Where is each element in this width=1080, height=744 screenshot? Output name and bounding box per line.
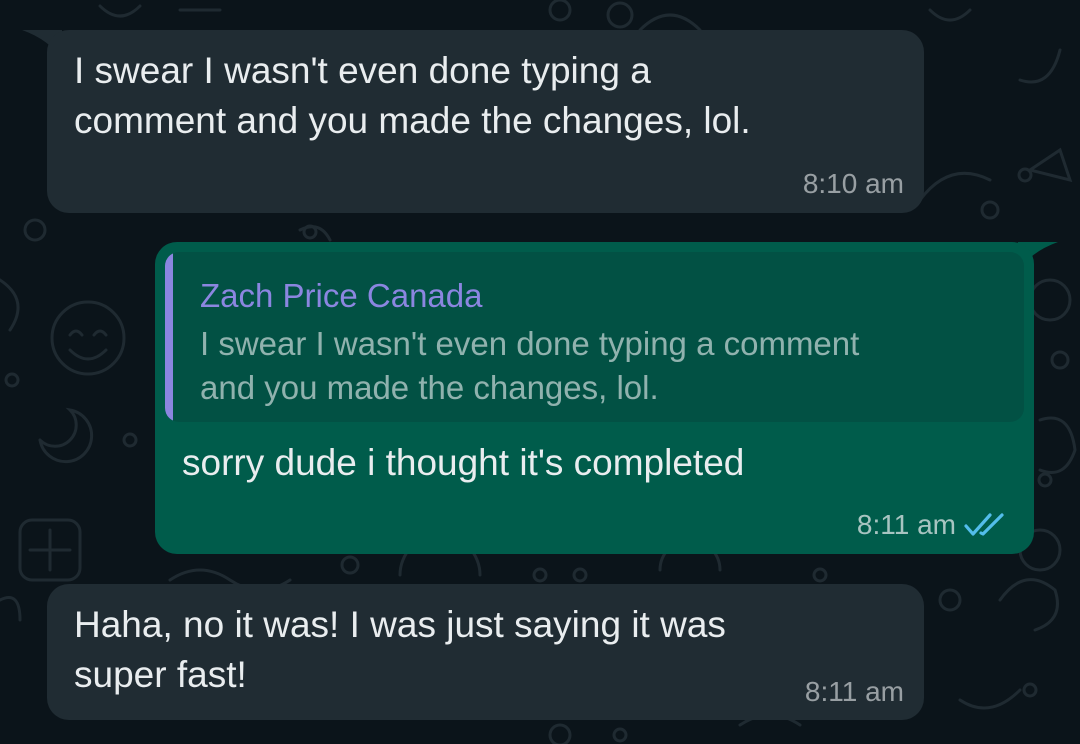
quoted-message-text: I swear I wasn't even done typing a comm… [200, 325, 860, 406]
incoming-message-bubble[interactable]: Haha, no it was! I was just saying it wa… [47, 584, 924, 720]
message-text: sorry dude i thought it's completed [182, 442, 745, 483]
double-check-icon [964, 513, 1004, 536]
message-timestamp: 8:11 am [804, 676, 904, 707]
message-text: I swear I wasn't even done typing a comm… [74, 50, 751, 141]
message-text: Haha, no it was! I was just saying it wa… [74, 604, 726, 695]
quote-accent-bar [165, 252, 173, 422]
incoming-message-bubble[interactable]: I swear I wasn't even done typing a comm… [47, 30, 924, 213]
message-timestamp: 8:10 am [802, 168, 904, 199]
message-timestamp: 8:11 am [856, 509, 956, 540]
quoted-reply[interactable]: Zach Price Canada I swear I wasn't even … [165, 252, 1024, 422]
quoted-author-name: Zach Price Canada [200, 277, 483, 314]
outgoing-message-bubble[interactable]: Zach Price Canada I swear I wasn't even … [155, 242, 1034, 554]
